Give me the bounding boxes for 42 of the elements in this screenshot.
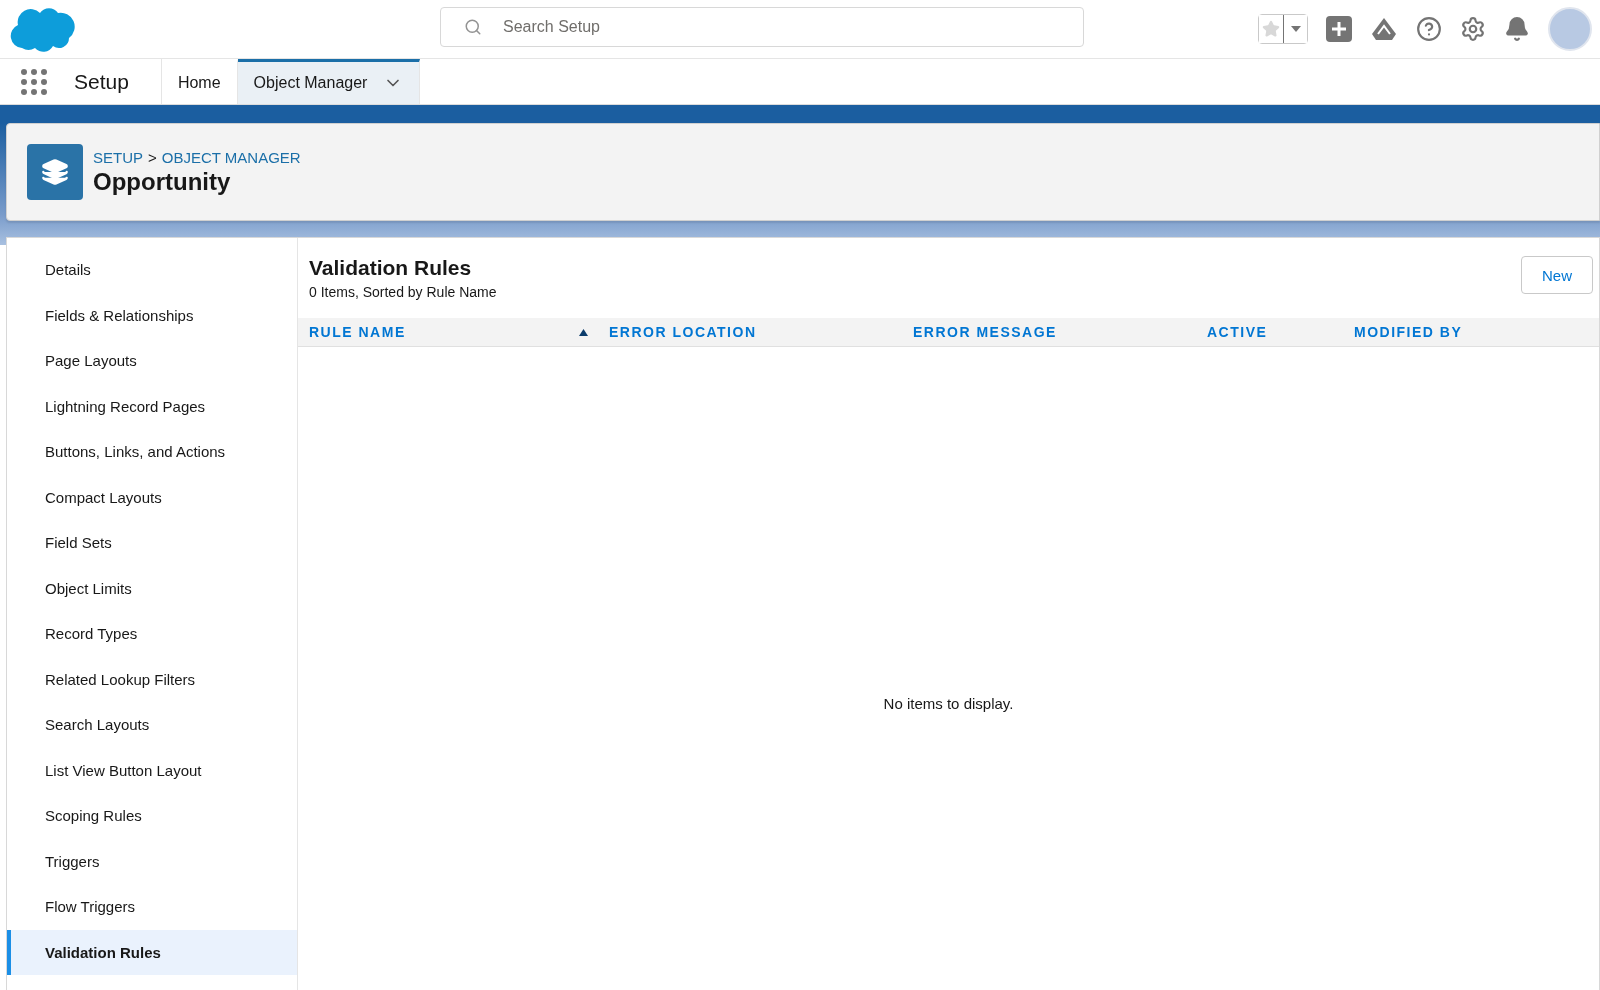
breadcrumb-link[interactable]: SETUP <box>93 148 143 166</box>
new-button[interactable]: New <box>1521 256 1593 294</box>
empty-message: No items to display. <box>883 695 1014 712</box>
column-header[interactable]: ERROR LOCATION <box>609 324 757 340</box>
settings-icon[interactable] <box>1460 16 1486 42</box>
sidebar-item[interactable]: Page Layouts <box>7 338 297 384</box>
caret-icon <box>1290 26 1301 32</box>
app-name: Setup <box>60 59 162 104</box>
sidebar-item[interactable]: Scoping Rules <box>7 793 297 839</box>
sidebar-item[interactable]: Fields & Relationships <box>7 292 297 338</box>
layers-icon <box>27 144 83 200</box>
sidebar-item[interactable]: Related Lookup Filters <box>7 656 297 702</box>
search-field[interactable]: Search Setup <box>440 7 1084 47</box>
help-icon[interactable] <box>1416 16 1442 42</box>
sidebar-item[interactable]: Triggers <box>7 838 297 884</box>
mountain-icon[interactable] <box>1370 16 1398 42</box>
item-count: 0 Items, Sorted by Rule Name <box>309 284 497 300</box>
section-title: Validation Rules <box>309 256 473 280</box>
sort-ascending-icon[interactable] <box>579 328 588 336</box>
sidebar-item[interactable]: Lightning Record Pages <box>7 383 297 429</box>
column-header[interactable]: ERROR MESSAGE <box>913 324 1057 340</box>
sidebar-item[interactable]: Record Types <box>7 611 297 657</box>
nav-tab[interactable]: Object Manager <box>237 59 421 104</box>
sidebar-item[interactable]: Object Limits <box>7 565 297 611</box>
sidebar-item[interactable]: Flow Triggers <box>7 884 297 930</box>
favorites-menu-button[interactable] <box>1283 15 1307 43</box>
breadcrumb-separator: > <box>148 148 157 166</box>
breadcrumb-link[interactable]: OBJECT MANAGER <box>161 148 301 166</box>
sidebar-item[interactable]: Field Sets <box>7 520 297 566</box>
search-icon <box>464 18 482 36</box>
sidebar-item[interactable]: Validation Rules <box>7 929 297 975</box>
sidebar-item[interactable]: Buttons, Links, and Actions <box>7 429 297 475</box>
bell-icon[interactable] <box>1504 16 1530 42</box>
column-header[interactable]: ACTIVE <box>1207 324 1268 340</box>
column-header[interactable]: RULE NAME <box>309 324 406 340</box>
sidebar-item[interactable]: Compact Layouts <box>7 474 297 520</box>
sidebar-item[interactable]: List View Button Layout <box>7 747 297 793</box>
sidebar-item[interactable]: Details <box>7 247 297 293</box>
add-icon[interactable] <box>1326 16 1352 42</box>
object-title: Opportunity <box>93 167 232 196</box>
sidebar-item[interactable]: Search Layouts <box>7 702 297 748</box>
column-header[interactable]: MODIFIED BY <box>1354 324 1463 340</box>
